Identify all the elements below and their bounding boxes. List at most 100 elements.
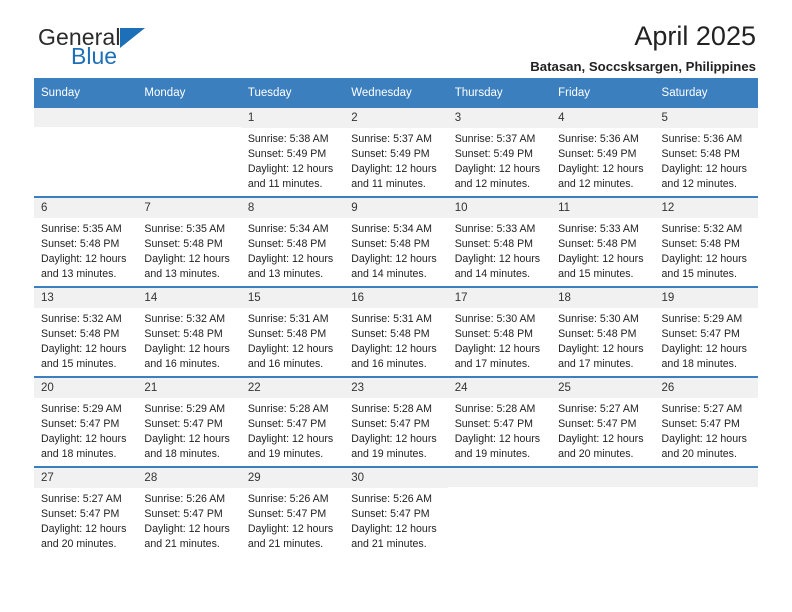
weekday-header-wednesday: Wednesday [344, 78, 448, 108]
day-sun-info: Sunrise: 5:28 AM Sunset: 5:47 PM Daylight:… [448, 398, 551, 462]
calendar-day-cell[interactable]: 6 Sunrise: 5:35 AM Sunset: 5:48 PM Daylight… [34, 196, 138, 287]
day-number: 28 [137, 468, 241, 489]
sunset-text: Sunset: 5:47 PM [351, 418, 430, 431]
day-number: 7 [137, 198, 241, 219]
page-header: General Blue April 2025 Batasan, Soccsks… [34, 0, 758, 78]
day-number: 17 [447, 288, 552, 309]
day-sun-info: Sunrise: 5:32 AM Sunset: 5:48 PM Daylight:… [137, 308, 240, 372]
daylight-text: and 17 minutes. [454, 358, 531, 371]
calendar-day-cell[interactable]: 13 Sunrise: 5:32 AM Sunset: 5:48 PM Dayligh… [34, 286, 138, 377]
day-sun-info: Sunrise: 5:32 AM Sunset: 5:48 PM Daylight:… [34, 308, 137, 372]
calendar-table: Sunday Monday Tuesday Wednesday Thursday… [34, 78, 758, 556]
daylight-text: Daylight: 12 hours [454, 163, 541, 176]
day-number [447, 468, 552, 487]
calendar-day-cell[interactable]: 19 Sunrise: 5:29 AM Sunset: 5:47 PM Dayligh… [654, 286, 758, 377]
day-sun-info: Sunrise: 5:27 AM Sunset: 5:47 PM Daylight:… [655, 398, 758, 462]
sunrise-text: Sunrise: 5:38 AM [247, 133, 329, 146]
calendar-day-cell[interactable]: 1 Sunrise: 5:38 AM Sunset: 5:49 PM Daylight… [240, 108, 345, 197]
sunset-text: Sunset: 5:48 PM [351, 238, 430, 251]
calendar-head: Sunday Monday Tuesday Wednesday Thursday… [34, 78, 758, 108]
calendar-day-cell[interactable]: 7 Sunrise: 5:35 AM Sunset: 5:48 PM Daylight… [137, 196, 241, 287]
page-subtitle: Batasan, Soccsksargen, Philippines [530, 59, 756, 75]
sunrise-text: Sunrise: 5:32 AM [41, 313, 122, 326]
calendar-day-cell[interactable]: 18 Sunrise: 5:30 AM Sunset: 5:48 PM Dayligh… [551, 286, 655, 377]
calendar-week-row: 20 Sunrise: 5:29 AM Sunset: 5:47 PM Dayligh… [34, 376, 758, 467]
day-number: 22 [240, 378, 345, 399]
calendar-day-cell[interactable]: 23 Sunrise: 5:28 AM Sunset: 5:47 PM Dayligh… [344, 376, 448, 467]
sunset-text: Sunset: 5:48 PM [41, 238, 120, 251]
calendar-day-cell[interactable]: 8 Sunrise: 5:34 AM Sunset: 5:48 PM Daylight… [240, 196, 345, 287]
day-number: 13 [34, 288, 138, 309]
daylight-text: Daylight: 12 hours [661, 253, 747, 266]
calendar-day-cell[interactable]: 25 Sunrise: 5:27 AM Sunset: 5:47 PM Dayligh… [551, 376, 655, 467]
day-number: 18 [551, 288, 655, 309]
daylight-text: Daylight: 12 hours [351, 253, 437, 266]
sunset-text: Sunset: 5:47 PM [454, 418, 534, 431]
day-number: 8 [240, 198, 345, 219]
sunrise-text: Sunrise: 5:27 AM [41, 493, 122, 506]
daylight-text: Daylight: 12 hours [454, 253, 541, 266]
calendar-day-cell[interactable]: 4 Sunrise: 5:36 AM Sunset: 5:49 PM Daylight… [551, 108, 655, 197]
day-sun-info: Sunrise: 5:27 AM Sunset: 5:47 PM Daylight:… [34, 488, 137, 552]
calendar-day-cell[interactable]: 24 Sunrise: 5:28 AM Sunset: 5:47 PM Dayligh… [447, 376, 552, 467]
calendar-day-cell[interactable]: 10 Sunrise: 5:33 AM Sunset: 5:48 PM Dayligh… [447, 196, 552, 287]
sunset-text: Sunset: 5:47 PM [661, 328, 740, 341]
calendar-day-cell[interactable]: 9 Sunrise: 5:34 AM Sunset: 5:48 PM Daylight… [344, 196, 448, 287]
calendar-day-cell[interactable]: 30 Sunrise: 5:26 AM Sunset: 5:47 PM Dayligh… [344, 466, 448, 556]
sunset-text: Sunset: 5:48 PM [247, 328, 327, 341]
calendar-day-cell-empty [137, 108, 241, 197]
sunrise-text: Sunrise: 5:30 AM [558, 313, 639, 326]
daylight-text: Daylight: 12 hours [351, 343, 437, 356]
sunset-text: Sunset: 5:48 PM [247, 238, 327, 251]
day-sun-info: Sunrise: 5:35 AM Sunset: 5:48 PM Daylight:… [137, 218, 240, 282]
day-number: 12 [654, 198, 758, 219]
day-sun-info: Sunrise: 5:37 AM Sunset: 5:49 PM Daylight:… [344, 128, 447, 192]
calendar-day-cell[interactable]: 14 Sunrise: 5:32 AM Sunset: 5:48 PM Dayligh… [137, 286, 241, 377]
calendar-day-cell[interactable]: 3 Sunrise: 5:37 AM Sunset: 5:49 PM Daylight… [447, 108, 552, 197]
daylight-text: Daylight: 12 hours [351, 433, 437, 446]
calendar-day-cell[interactable]: 17 Sunrise: 5:30 AM Sunset: 5:48 PM Dayligh… [447, 286, 552, 377]
calendar-day-cell[interactable]: 26 Sunrise: 5:27 AM Sunset: 5:47 PM Dayligh… [654, 376, 758, 467]
daylight-text: and 15 minutes. [661, 268, 737, 281]
calendar-day-cell[interactable]: 29 Sunrise: 5:26 AM Sunset: 5:47 PM Dayligh… [240, 466, 345, 556]
weekday-header-row: Sunday Monday Tuesday Wednesday Thursday… [34, 78, 758, 108]
calendar-day-cell[interactable]: 28 Sunrise: 5:26 AM Sunset: 5:47 PM Dayligh… [137, 466, 241, 556]
calendar-day-cell[interactable]: 5 Sunrise: 5:36 AM Sunset: 5:48 PM Daylight… [654, 108, 758, 197]
weekday-header-tuesday: Tuesday [240, 78, 345, 108]
day-number: 15 [240, 288, 345, 309]
daylight-text: and 12 minutes. [454, 178, 531, 191]
day-number: 27 [34, 468, 138, 489]
daylight-text: and 16 minutes. [144, 358, 220, 371]
daylight-text: and 17 minutes. [558, 358, 634, 371]
calendar-day-cell[interactable]: 22 Sunrise: 5:28 AM Sunset: 5:47 PM Dayligh… [240, 376, 345, 467]
sunset-text: Sunset: 5:48 PM [41, 328, 120, 341]
calendar-day-cell[interactable]: 27 Sunrise: 5:27 AM Sunset: 5:47 PM Dayligh… [34, 466, 138, 556]
calendar-day-cell[interactable]: 20 Sunrise: 5:29 AM Sunset: 5:47 PM Dayligh… [34, 376, 138, 467]
calendar-day-cell[interactable]: 15 Sunrise: 5:31 AM Sunset: 5:48 PM Dayligh… [240, 286, 345, 377]
sunset-text: Sunset: 5:47 PM [558, 418, 637, 431]
day-sun-info: Sunrise: 5:26 AM Sunset: 5:47 PM Daylight:… [344, 488, 447, 552]
daylight-text: Daylight: 12 hours [351, 523, 437, 536]
daylight-text: and 21 minutes. [144, 538, 220, 551]
day-number: 3 [447, 108, 552, 129]
daylight-text: and 18 minutes. [144, 448, 220, 461]
day-number: 9 [344, 198, 448, 219]
day-sun-info: Sunrise: 5:36 AM Sunset: 5:48 PM Daylight:… [655, 128, 758, 192]
sunset-text: Sunset: 5:49 PM [558, 148, 637, 161]
calendar-day-cell[interactable]: 2 Sunrise: 5:37 AM Sunset: 5:49 PM Daylight… [344, 108, 448, 197]
daylight-text: and 13 minutes. [41, 268, 117, 281]
daylight-text: and 13 minutes. [247, 268, 324, 281]
calendar-day-cell[interactable]: 21 Sunrise: 5:29 AM Sunset: 5:47 PM Dayligh… [137, 376, 241, 467]
calendar-day-cell[interactable]: 11 Sunrise: 5:33 AM Sunset: 5:48 PM Dayligh… [551, 196, 655, 287]
daylight-text: Daylight: 12 hours [247, 163, 334, 176]
calendar-day-cell-empty [654, 466, 758, 556]
day-sun-info: Sunrise: 5:27 AM Sunset: 5:47 PM Daylight:… [551, 398, 654, 462]
daylight-text: and 20 minutes. [41, 538, 117, 551]
calendar-day-cell[interactable]: 16 Sunrise: 5:31 AM Sunset: 5:48 PM Dayligh… [344, 286, 448, 377]
day-number: 19 [654, 288, 758, 309]
weekday-header-sunday: Sunday [34, 78, 138, 108]
daylight-text: and 21 minutes. [351, 538, 427, 551]
calendar-day-cell[interactable]: 12 Sunrise: 5:32 AM Sunset: 5:48 PM Dayligh… [654, 196, 758, 287]
daylight-text: and 15 minutes. [558, 268, 634, 281]
daylight-text: Daylight: 12 hours [454, 433, 541, 446]
